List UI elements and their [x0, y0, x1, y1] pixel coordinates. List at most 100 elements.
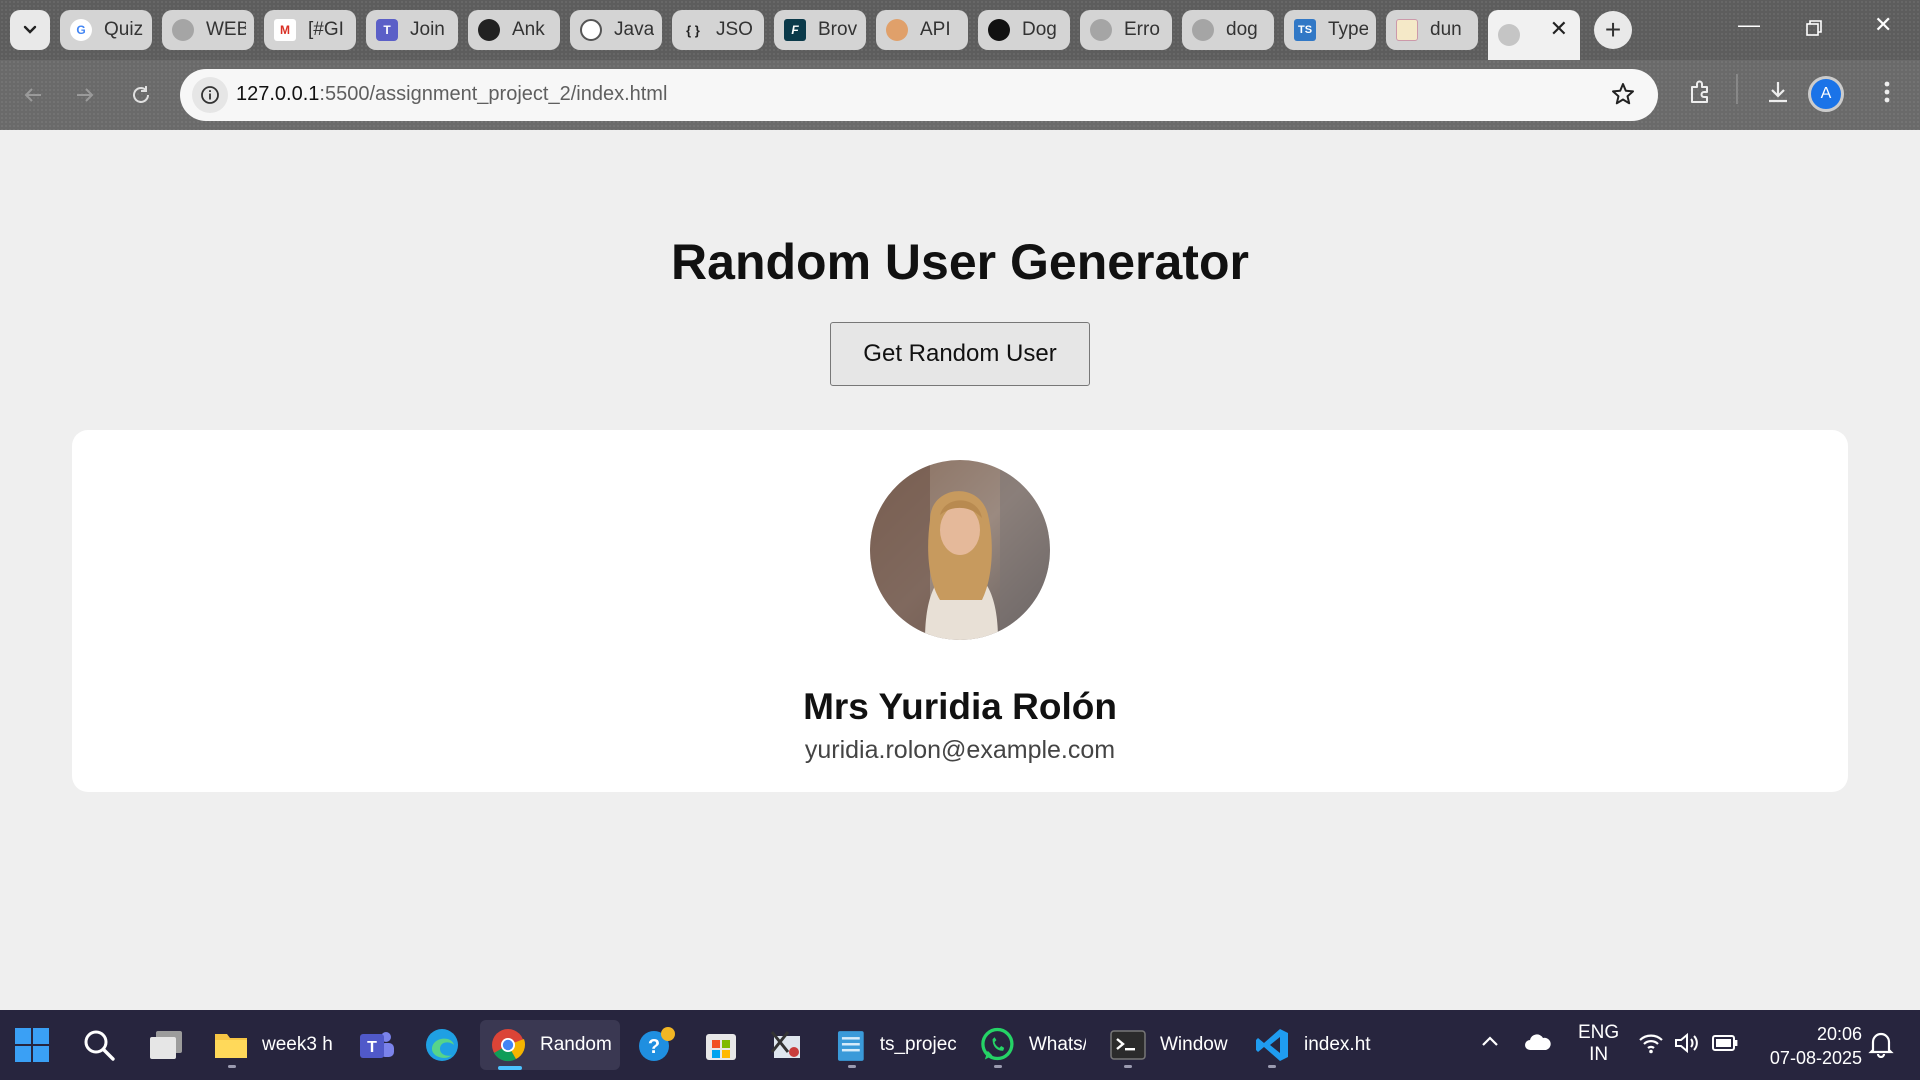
- taskbar-notepad[interactable]: ts_projec: [836, 1020, 956, 1070]
- tab-label: [#GI: [308, 19, 344, 40]
- region-code: IN: [1589, 1044, 1609, 1065]
- clock[interactable]: 20:06 07-08-2025: [1756, 1022, 1862, 1070]
- task-view-icon: [150, 1031, 182, 1059]
- image-icon: [1396, 19, 1418, 41]
- new-tab-button[interactable]: +: [1594, 11, 1632, 49]
- battery-icon[interactable]: [1712, 1034, 1738, 1057]
- taskbar-get-help[interactable]: ?: [638, 1020, 676, 1070]
- tab-label: Type: [1328, 19, 1368, 40]
- tab-search-button[interactable]: [10, 10, 50, 50]
- tab-browser[interactable]: F Brov: [774, 10, 866, 50]
- bookmark-star-icon[interactable]: [1610, 81, 1636, 112]
- teams-icon: T: [376, 19, 398, 41]
- gmail-icon: M: [274, 19, 296, 41]
- site-info-button[interactable]: [192, 77, 228, 113]
- address-bar[interactable]: 127.0.0.1:5500/assignment_project_2/inde…: [180, 69, 1658, 121]
- tab-error[interactable]: Erro: [1080, 10, 1172, 50]
- tab-dog[interactable]: Dog: [978, 10, 1070, 50]
- show-hidden-icons-chevron-icon[interactable]: [1480, 1034, 1500, 1053]
- taskbar-file-explorer[interactable]: week3 h: [214, 1020, 334, 1070]
- tab-active[interactable]: ✕: [1488, 10, 1580, 60]
- folder-icon: [215, 1034, 247, 1058]
- tab-join[interactable]: T Join: [366, 10, 458, 50]
- tab-label: dog: [1226, 19, 1258, 40]
- tab-label: JSO: [716, 19, 753, 40]
- tab-label: Erro: [1124, 19, 1160, 40]
- tab-java[interactable]: Java: [570, 10, 662, 50]
- url-text[interactable]: 127.0.0.1:5500/assignment_project_2/inde…: [236, 83, 667, 106]
- openai-icon: [580, 19, 602, 41]
- teams-icon: T: [360, 1032, 394, 1058]
- search-button[interactable]: [82, 1020, 116, 1070]
- tab-dun[interactable]: dun: [1386, 10, 1478, 50]
- taskbar: week3 h T Random ? ts_projec Whats/ Wind…: [0, 1010, 1920, 1080]
- globe-icon: [1090, 19, 1112, 41]
- taskbar-item-label: ts_projec: [879, 1034, 956, 1055]
- svg-text:T: T: [367, 1039, 377, 1056]
- taskbar-teams[interactable]: T: [358, 1020, 396, 1070]
- tab-github[interactable]: Ank: [468, 10, 560, 50]
- taskbar-edge[interactable]: [424, 1020, 460, 1070]
- tab-web[interactable]: WEB: [162, 10, 254, 50]
- chevron-down-icon: [23, 25, 37, 34]
- onedrive-cloud-icon[interactable]: [1524, 1032, 1552, 1057]
- minimize-icon[interactable]: —: [1738, 12, 1760, 38]
- forward-button[interactable]: [68, 78, 102, 112]
- taskbar-terminal[interactable]: Window: [1110, 1020, 1230, 1070]
- input-language-indicator[interactable]: ENG IN: [1578, 1022, 1619, 1066]
- window-close-icon[interactable]: ✕: [1874, 12, 1892, 38]
- taskbar-snipping-tool[interactable]: [768, 1020, 804, 1070]
- get-random-user-button[interactable]: Get Random User: [830, 322, 1090, 386]
- tab-gmail[interactable]: M [#GI: [264, 10, 356, 50]
- extensions-icon[interactable]: [1686, 78, 1714, 111]
- more-menu-icon[interactable]: [1880, 78, 1894, 111]
- running-indicator: [1268, 1065, 1276, 1068]
- globe-icon: [172, 19, 194, 41]
- tab-label: WEB: [206, 19, 246, 40]
- info-icon: [201, 86, 219, 104]
- windows-icon: [15, 1028, 49, 1062]
- volume-icon[interactable]: [1674, 1032, 1700, 1059]
- notifications-bell-icon[interactable]: [1868, 1030, 1894, 1063]
- taskbar-item-label: Window: [1160, 1034, 1228, 1055]
- taskbar-item-label: Random: [540, 1034, 612, 1055]
- taskbar-vscode[interactable]: index.ht: [1254, 1020, 1374, 1070]
- running-indicator: [994, 1065, 1002, 1068]
- running-indicator: [228, 1065, 236, 1068]
- dog-api-icon: [886, 19, 908, 41]
- tab-label: Ank: [512, 19, 545, 40]
- globe-icon: [1498, 24, 1520, 46]
- wifi-icon[interactable]: [1638, 1032, 1664, 1059]
- tab-json[interactable]: { } JSO: [672, 10, 764, 50]
- tab-label: Java: [614, 19, 654, 40]
- terminal-icon: [1110, 1030, 1146, 1060]
- snipping-tool-icon: [770, 1031, 800, 1058]
- arrow-right-icon: [77, 88, 94, 102]
- reload-button[interactable]: [124, 78, 158, 112]
- edge-icon: [426, 1029, 458, 1061]
- taskbar-store[interactable]: [704, 1020, 738, 1070]
- back-button[interactable]: [16, 78, 50, 112]
- tab-quiz[interactable]: G Quiz: [60, 10, 152, 50]
- toolbar-divider: [1736, 74, 1738, 104]
- restore-icon[interactable]: [1806, 16, 1822, 42]
- tab-api[interactable]: API: [876, 10, 968, 50]
- vscode-icon: [1256, 1029, 1288, 1061]
- running-indicator: [1124, 1065, 1132, 1068]
- task-view-button[interactable]: [148, 1020, 184, 1070]
- tab-typescript[interactable]: TS Type: [1284, 10, 1376, 50]
- tab-dog-2[interactable]: dog: [1182, 10, 1274, 50]
- url-path: :5500/assignment_project_2/index.html: [319, 83, 668, 105]
- profile-avatar[interactable]: A: [1808, 76, 1844, 112]
- taskbar-item-label: index.ht: [1304, 1034, 1371, 1055]
- download-icon[interactable]: [1764, 78, 1792, 111]
- taskbar-chrome[interactable]: Random: [480, 1020, 620, 1070]
- taskbar-item-label: week3 h: [262, 1034, 333, 1055]
- tab-label: Quiz: [104, 19, 144, 40]
- user-photo: [870, 460, 1050, 640]
- taskbar-item-label: Whats/: [1028, 1034, 1086, 1055]
- tab-label: Brov: [818, 19, 858, 40]
- taskbar-whatsapp[interactable]: Whats/: [980, 1020, 1086, 1070]
- close-icon[interactable]: ✕: [1550, 16, 1568, 42]
- start-button[interactable]: [14, 1020, 50, 1070]
